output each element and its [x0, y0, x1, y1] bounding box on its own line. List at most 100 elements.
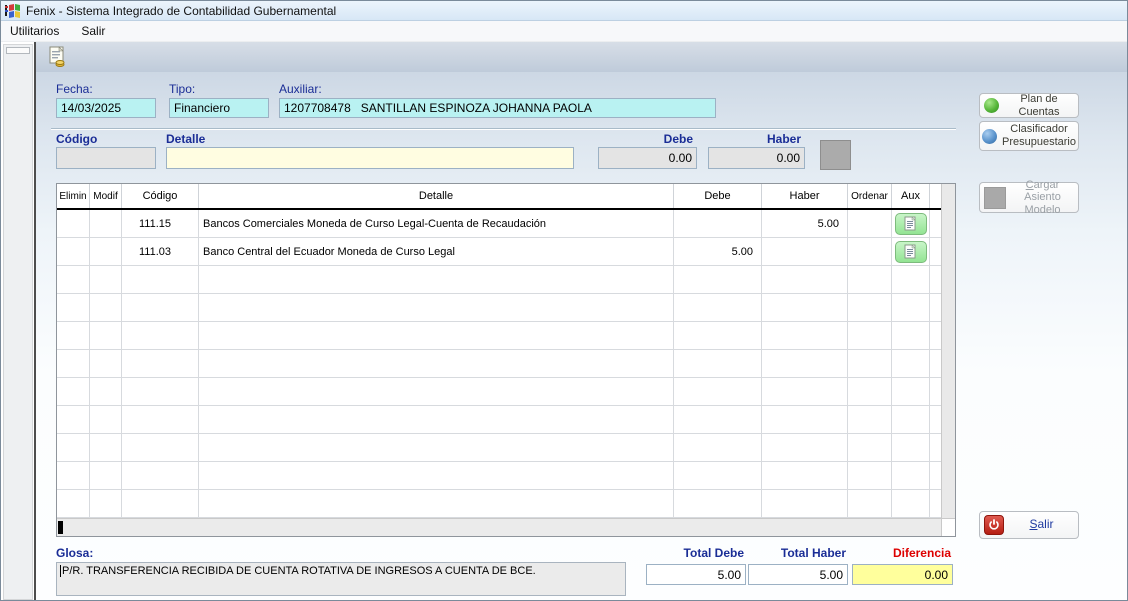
cell-haber[interactable]: 5.00: [762, 210, 848, 238]
cell-modif[interactable]: [90, 406, 122, 434]
cell-haber[interactable]: [762, 238, 848, 266]
cell-modif[interactable]: [90, 294, 122, 322]
cell-ordenar[interactable]: [848, 406, 892, 434]
table-row[interactable]: [57, 462, 942, 490]
cell-detalle[interactable]: [199, 294, 674, 322]
cell-debe[interactable]: [674, 490, 762, 518]
cell-haber[interactable]: [762, 350, 848, 378]
cell-elimin[interactable]: [57, 266, 90, 294]
cell-codigo[interactable]: [122, 378, 199, 406]
cell-detalle[interactable]: [199, 350, 674, 378]
table-row[interactable]: [57, 490, 942, 518]
panel-splitter-handle[interactable]: [6, 47, 30, 54]
cell-haber[interactable]: [762, 406, 848, 434]
detalle-input[interactable]: [166, 147, 574, 169]
cell-haber[interactable]: [762, 490, 848, 518]
fecha-input[interactable]: [56, 98, 156, 118]
cell-detalle[interactable]: [199, 490, 674, 518]
menu-salir[interactable]: Salir: [81, 24, 105, 38]
cell-elimin[interactable]: [57, 378, 90, 406]
cell-codigo[interactable]: [122, 266, 199, 294]
cell-haber[interactable]: [762, 434, 848, 462]
table-row[interactable]: [57, 266, 942, 294]
cell-modif[interactable]: [90, 490, 122, 518]
cell-codigo[interactable]: [122, 490, 199, 518]
cell-debe[interactable]: [674, 406, 762, 434]
cell-detalle[interactable]: [199, 462, 674, 490]
aux-document-button[interactable]: [895, 241, 927, 263]
cell-modif[interactable]: [90, 210, 122, 238]
cell-modif[interactable]: [90, 462, 122, 490]
table-row[interactable]: [57, 294, 942, 322]
glosa-textarea[interactable]: P/R. TRANSFERENCIA RECIBIDA DE CUENTA RO…: [56, 562, 626, 596]
cell-debe[interactable]: [674, 266, 762, 294]
cell-ordenar[interactable]: [848, 434, 892, 462]
cell-modif[interactable]: [90, 266, 122, 294]
debe-input[interactable]: [598, 147, 697, 169]
cell-detalle[interactable]: Banco Central del Ecuador Moneda de Curs…: [199, 238, 674, 266]
table-row[interactable]: [57, 322, 942, 350]
table-row[interactable]: [57, 406, 942, 434]
cell-haber[interactable]: [762, 266, 848, 294]
tipo-input[interactable]: [169, 98, 269, 118]
cell-codigo[interactable]: [122, 322, 199, 350]
cell-ordenar[interactable]: [848, 238, 892, 266]
auxiliar-input[interactable]: [279, 98, 716, 118]
menu-utilitarios[interactable]: Utilitarios: [10, 24, 59, 38]
cargar-asiento-modelo-button[interactable]: Cargar AsientoModelo: [979, 182, 1079, 213]
document-coins-icon[interactable]: [48, 46, 68, 68]
cell-ordenar[interactable]: [848, 350, 892, 378]
horizontal-scrollbar[interactable]: [57, 518, 955, 536]
cell-elimin[interactable]: [57, 490, 90, 518]
cell-debe[interactable]: [674, 294, 762, 322]
cell-detalle[interactable]: [199, 266, 674, 294]
cell-modif[interactable]: [90, 378, 122, 406]
cell-haber[interactable]: [762, 378, 848, 406]
vertical-scrollbar[interactable]: [941, 184, 955, 518]
cell-ordenar[interactable]: [848, 490, 892, 518]
salir-button[interactable]: Salir: [979, 511, 1079, 539]
cell-modif[interactable]: [90, 350, 122, 378]
cell-detalle[interactable]: [199, 434, 674, 462]
cell-codigo[interactable]: [122, 350, 199, 378]
cell-modif[interactable]: [90, 434, 122, 462]
haber-input[interactable]: [708, 147, 805, 169]
cell-elimin[interactable]: [57, 350, 90, 378]
codigo-input[interactable]: [56, 147, 156, 169]
cell-codigo[interactable]: [122, 294, 199, 322]
cell-ordenar[interactable]: [848, 378, 892, 406]
clasificador-presupuestario-button[interactable]: ClasificadorPresupuestario: [979, 121, 1079, 151]
cell-modif[interactable]: [90, 238, 122, 266]
cell-ordenar[interactable]: [848, 294, 892, 322]
plan-de-cuentas-button[interactable]: Plan de Cuentas: [979, 93, 1079, 118]
cell-codigo[interactable]: [122, 462, 199, 490]
cell-ordenar[interactable]: [848, 322, 892, 350]
table-row[interactable]: [57, 350, 942, 378]
blank-square-button[interactable]: [820, 140, 851, 170]
cell-debe[interactable]: [674, 378, 762, 406]
table-row[interactable]: 111.15Bancos Comerciales Moneda de Curso…: [57, 210, 942, 238]
cell-ordenar[interactable]: [848, 266, 892, 294]
cell-elimin[interactable]: [57, 462, 90, 490]
table-row[interactable]: 111.03Banco Central del Ecuador Moneda d…: [57, 238, 942, 266]
horizontal-scrollbar-thumb[interactable]: [58, 521, 63, 534]
left-collapsed-panel[interactable]: [3, 44, 33, 600]
cell-debe[interactable]: 5.00: [674, 238, 762, 266]
table-row[interactable]: [57, 434, 942, 462]
cell-detalle[interactable]: [199, 378, 674, 406]
cell-debe[interactable]: [674, 434, 762, 462]
cell-detalle[interactable]: [199, 322, 674, 350]
cell-debe[interactable]: [674, 462, 762, 490]
cell-detalle[interactable]: [199, 406, 674, 434]
cell-ordenar[interactable]: [848, 210, 892, 238]
cell-haber[interactable]: [762, 462, 848, 490]
cell-debe[interactable]: [674, 322, 762, 350]
cell-debe[interactable]: [674, 210, 762, 238]
aux-document-button[interactable]: [895, 213, 927, 235]
cell-codigo[interactable]: 111.15: [122, 210, 199, 238]
cell-codigo[interactable]: [122, 406, 199, 434]
cell-elimin[interactable]: [57, 238, 90, 266]
cell-codigo[interactable]: 111.03: [122, 238, 199, 266]
cell-debe[interactable]: [674, 350, 762, 378]
cell-elimin[interactable]: [57, 210, 90, 238]
